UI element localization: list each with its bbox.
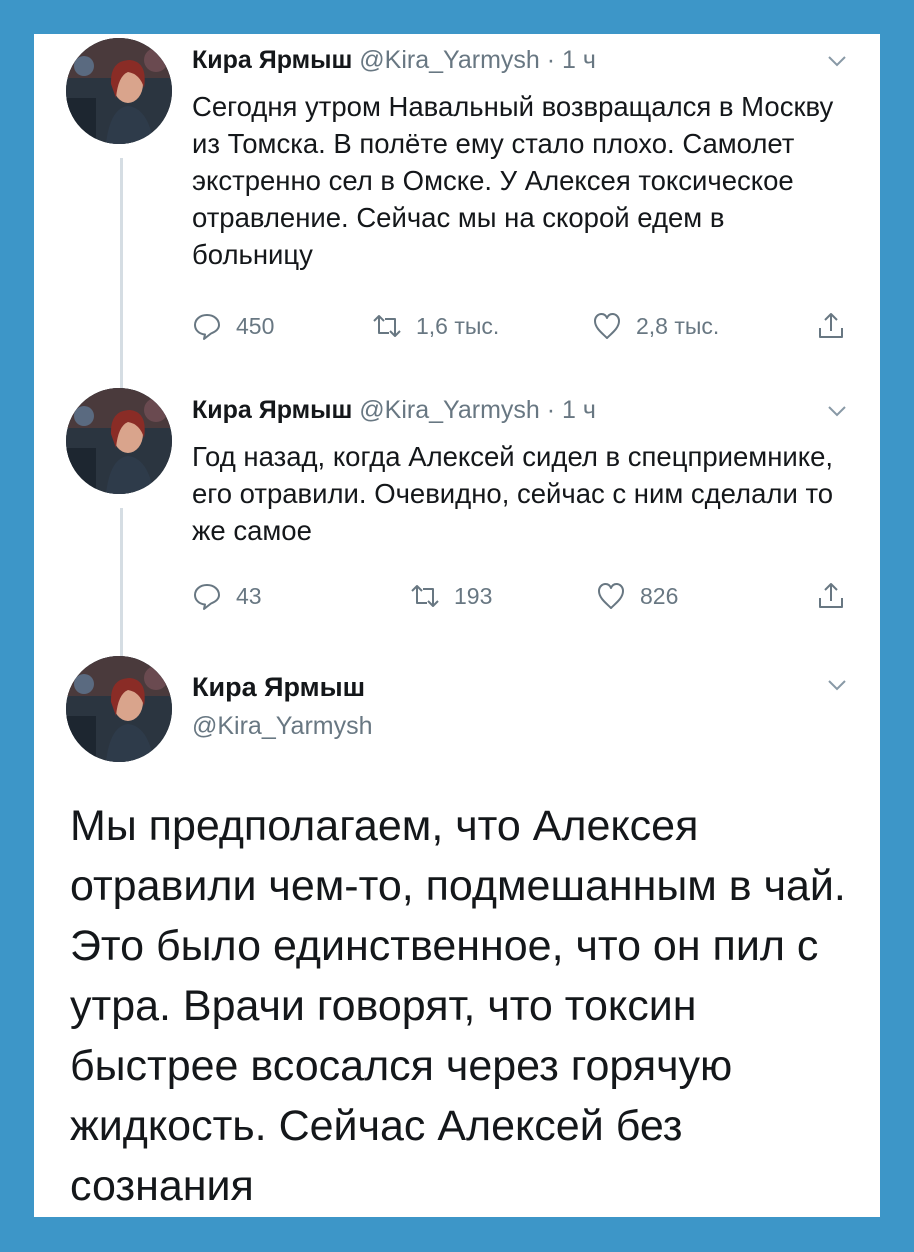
share-button[interactable] [816,578,860,614]
author-handle[interactable]: @Kira_Yarmysh [359,396,540,424]
retweet-icon [411,585,439,607]
timestamp[interactable]: 1 ч [562,396,596,424]
share-button[interactable] [816,308,860,344]
chevron-down-icon[interactable] [826,400,848,422]
profile-photo [66,38,172,144]
avatar[interactable] [66,388,172,494]
separator: · [539,396,563,424]
like-button[interactable]: 2,8 тыс. [592,308,719,344]
avatar[interactable] [66,38,172,144]
tweet-text: Сегодня утром Навальный возвращался в Мо… [192,91,834,270]
author-name[interactable]: Кира Ярмыш [192,672,365,703]
thread-connector [120,508,123,678]
heart-icon [594,313,620,339]
profile-photo [66,388,172,494]
chevron-down-icon[interactable] [826,674,848,696]
tweet-text: Мы предполагаем, что Алексея отравили че… [70,802,846,1210]
like-button[interactable]: 826 [596,578,678,614]
like-count: 826 [640,582,679,609]
reply-icon [194,584,220,610]
author-handle[interactable]: @Kira_Yarmysh [192,712,373,741]
timestamp[interactable]: 1 ч [562,46,596,74]
tweet-header: Кира Ярмыш @Kira_Yarmysh · 1 ч [192,46,596,75]
author-name[interactable]: Кира Ярмыш [192,396,352,424]
tweet-header: Кира Ярмыш @Kira_Yarmysh · 1 ч [192,396,596,425]
author-name[interactable]: Кира Ярмыш [192,46,352,74]
separator: · [539,46,563,74]
author-handle[interactable]: @Kira_Yarmysh [359,46,540,74]
reply-icon [194,314,220,340]
tweet-actions: 450 1,6 тыс. 2,8 тыс. [192,308,852,344]
reply-count: 43 [236,582,262,609]
retweet-icon [373,315,401,337]
reply-count: 450 [236,312,275,339]
retweet-button[interactable]: 193 [410,578,492,614]
reply-button[interactable]: 450 [192,308,274,344]
share-icon [819,583,843,608]
share-icon [819,313,843,338]
like-count: 2,8 тыс. [636,312,720,339]
heart-icon [598,583,624,609]
avatar[interactable] [66,656,172,762]
reply-button[interactable]: 43 [192,578,262,614]
tweet-thread: Кира Ярмыш @Kira_Yarmysh · 1 ч Сегодня у… [34,34,880,1217]
retweet-button[interactable]: 1,6 тыс. [372,308,499,344]
retweet-count: 193 [454,582,493,609]
chevron-down-icon[interactable] [826,50,848,72]
tweet-actions: 43 193 826 [192,578,852,614]
thread-connector [120,158,123,408]
profile-photo [66,656,172,762]
tweet-text: Год назад, когда Алексей сидел в спецпри… [192,441,834,546]
retweet-count: 1,6 тыс. [416,312,500,339]
